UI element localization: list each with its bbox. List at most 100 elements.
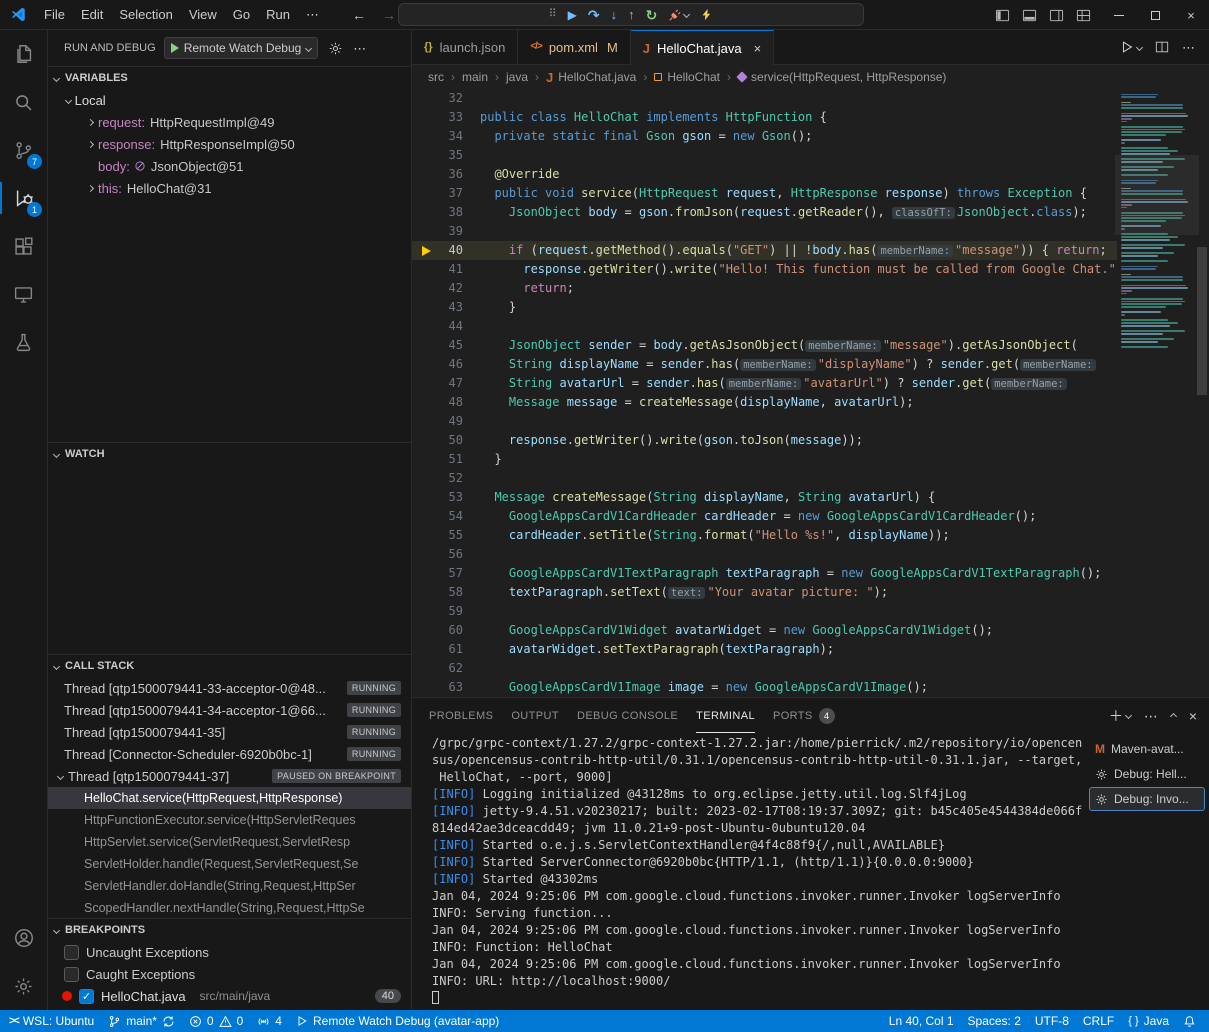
- code-line[interactable]: 38 JsonObject body = gson.fromJson(reque…: [412, 203, 1117, 222]
- thread-row[interactable]: Thread [qtp1500079441-35]RUNNING: [48, 721, 411, 743]
- launch-configuration-dropdown[interactable]: Remote Watch Debug: [164, 37, 319, 59]
- line-number[interactable]: 63: [412, 678, 480, 697]
- remote-indicator[interactable]: ><WSL: Ubuntu: [2, 1010, 101, 1032]
- close-panel-icon[interactable]: ×: [1189, 709, 1197, 723]
- code-line[interactable]: 40 if (request.getMethod().equals("GET")…: [412, 241, 1117, 260]
- code-line[interactable]: 62: [412, 659, 1117, 678]
- line-number[interactable]: 40: [412, 241, 480, 260]
- nav-forward-icon[interactable]: →: [382, 7, 396, 23]
- nav-back-icon[interactable]: ←: [352, 7, 366, 23]
- stack-frame[interactable]: HttpServlet.service(ServletRequest,Servl…: [48, 831, 411, 853]
- twisty-icon[interactable]: [82, 186, 98, 191]
- menu-go[interactable]: Go: [225, 4, 258, 26]
- variables-section-header[interactable]: VARIABLES: [48, 67, 411, 89]
- code-line[interactable]: 32: [412, 89, 1117, 108]
- twisty-icon[interactable]: [82, 142, 98, 147]
- checkbox[interactable]: ✓: [79, 989, 94, 1004]
- indentation[interactable]: Spaces: 2: [961, 1010, 1028, 1032]
- start-debug-icon[interactable]: [171, 43, 179, 53]
- code-line[interactable]: 63 GoogleAppsCardV1Image image = new Goo…: [412, 678, 1117, 697]
- git-branch[interactable]: main*: [101, 1010, 182, 1032]
- checkbox[interactable]: [64, 945, 79, 960]
- menu-edit[interactable]: Edit: [73, 4, 111, 26]
- line-number[interactable]: 53: [412, 488, 480, 507]
- toggle-primary-sidebar-icon[interactable]: [995, 8, 1010, 23]
- terminal-list-item[interactable]: MMaven-avat...: [1089, 737, 1205, 761]
- terminal-list-item[interactable]: Debug: Hell...: [1089, 762, 1205, 786]
- line-number[interactable]: 39: [412, 222, 480, 241]
- code-line[interactable]: 39: [412, 222, 1117, 241]
- panel-more-actions-icon[interactable]: ⋯: [1144, 709, 1158, 723]
- checkbox[interactable]: [64, 967, 79, 982]
- line-number[interactable]: 42: [412, 279, 480, 298]
- line-number[interactable]: 47: [412, 374, 480, 393]
- breadcrumb-item[interactable]: java: [506, 70, 528, 84]
- toggle-panel-icon[interactable]: [1022, 8, 1037, 23]
- terminal-output[interactable]: /grpc/grpc-context/1.27.2/grpc-context-1…: [412, 733, 1089, 1010]
- editor-more-actions-icon[interactable]: ⋯: [1182, 41, 1195, 54]
- customize-layout-icon[interactable]: [1076, 8, 1091, 23]
- code-line[interactable]: 36 @Override: [412, 165, 1117, 184]
- minimap-slider[interactable]: [1115, 155, 1199, 235]
- code-line[interactable]: 42 return;: [412, 279, 1117, 298]
- terminal-prompt-line[interactable]: [432, 990, 1089, 1007]
- code-line[interactable]: 52: [412, 469, 1117, 488]
- code-line[interactable]: 34 private static final Gson gson = new …: [412, 127, 1117, 146]
- exception-breakpoint-row[interactable]: Caught Exceptions: [48, 963, 411, 985]
- step-over-button[interactable]: ↷: [588, 8, 600, 22]
- more-actions-icon[interactable]: ⋯: [353, 42, 366, 55]
- notifications[interactable]: [1176, 1010, 1203, 1032]
- code-line[interactable]: 35: [412, 146, 1117, 165]
- line-number[interactable]: 35: [412, 146, 480, 165]
- code-line[interactable]: 49: [412, 412, 1117, 431]
- breadcrumb-item[interactable]: main: [462, 70, 488, 84]
- new-terminal-icon[interactable]: ＋: [1109, 709, 1131, 723]
- watch-section-header[interactable]: WATCH: [48, 443, 411, 465]
- variable-row[interactable]: response:HttpResponseImpl@50: [48, 133, 411, 155]
- run-java-icon[interactable]: [1120, 40, 1142, 54]
- terminal-list-item[interactable]: Debug: Invo...: [1089, 787, 1205, 811]
- exception-breakpoint-row[interactable]: Uncaught Exceptions: [48, 941, 411, 963]
- line-number[interactable]: 54: [412, 507, 480, 526]
- line-number[interactable]: 48: [412, 393, 480, 412]
- restart-button[interactable]: ↻: [646, 8, 658, 22]
- activity-account[interactable]: [0, 914, 47, 962]
- variable-row[interactable]: this:HelloChat@31: [48, 177, 411, 199]
- code-line[interactable]: 50 response.getWriter().write(gson.toJso…: [412, 431, 1117, 450]
- thread-row[interactable]: Thread [qtp1500079441-37]PAUSED ON BREAK…: [48, 765, 411, 787]
- twisty-icon[interactable]: [82, 120, 98, 125]
- code-line[interactable]: 45 JsonObject sender = body.getAsJsonObj…: [412, 336, 1117, 355]
- code-line[interactable]: 44: [412, 317, 1117, 336]
- code-line[interactable]: 53 Message createMessage(String displayN…: [412, 488, 1117, 507]
- split-editor-icon[interactable]: [1155, 40, 1169, 54]
- breakpoint-row[interactable]: ✓HelloChat.javasrc/main/java40: [48, 985, 411, 1007]
- line-number[interactable]: 57: [412, 564, 480, 583]
- panel-tab-problems[interactable]: PROBLEMS: [429, 698, 493, 733]
- close-button[interactable]: ×: [1173, 0, 1209, 30]
- thread-row[interactable]: Thread [qtp1500079441-34-acceptor-1@66..…: [48, 699, 411, 721]
- line-number[interactable]: 49: [412, 412, 480, 431]
- line-number[interactable]: 50: [412, 431, 480, 450]
- tab-HelloChat-java[interactable]: JHelloChat.java×: [631, 30, 774, 65]
- line-number[interactable]: 33: [412, 108, 480, 127]
- code-line[interactable]: 46 String displayName = sender.has(membe…: [412, 355, 1117, 374]
- maximize-panel-icon[interactable]: [1171, 714, 1176, 717]
- variables-scope-row[interactable]: Local: [48, 89, 411, 111]
- line-number[interactable]: 41: [412, 260, 480, 279]
- breadcrumb-item[interactable]: src: [428, 70, 444, 84]
- code-editor[interactable]: 3233public class HelloChat implements Ht…: [412, 89, 1209, 697]
- tab-pom-xml[interactable]: </>pom.xmlM: [518, 30, 630, 64]
- line-number[interactable]: 60: [412, 621, 480, 640]
- activity-run-debug[interactable]: 1: [0, 174, 47, 222]
- breadcrumb-item[interactable]: JHelloChat.java: [546, 70, 636, 84]
- stack-frame[interactable]: HttpFunctionExecutor.service(HttpServlet…: [48, 809, 411, 831]
- code-line[interactable]: 55 cardHeader.setTitle(String.format("He…: [412, 526, 1117, 545]
- code-line[interactable]: 58 textParagraph.setText(text:"Your avat…: [412, 583, 1117, 602]
- activity-testing[interactable]: [0, 318, 47, 366]
- code-line[interactable]: 56: [412, 545, 1117, 564]
- continue-button[interactable]: ▶: [568, 9, 577, 21]
- menu-selection[interactable]: Selection: [111, 4, 180, 26]
- line-number[interactable]: 37: [412, 184, 480, 203]
- call-stack-section-header[interactable]: CALL STACK: [48, 655, 411, 677]
- activity-settings[interactable]: [0, 962, 47, 1010]
